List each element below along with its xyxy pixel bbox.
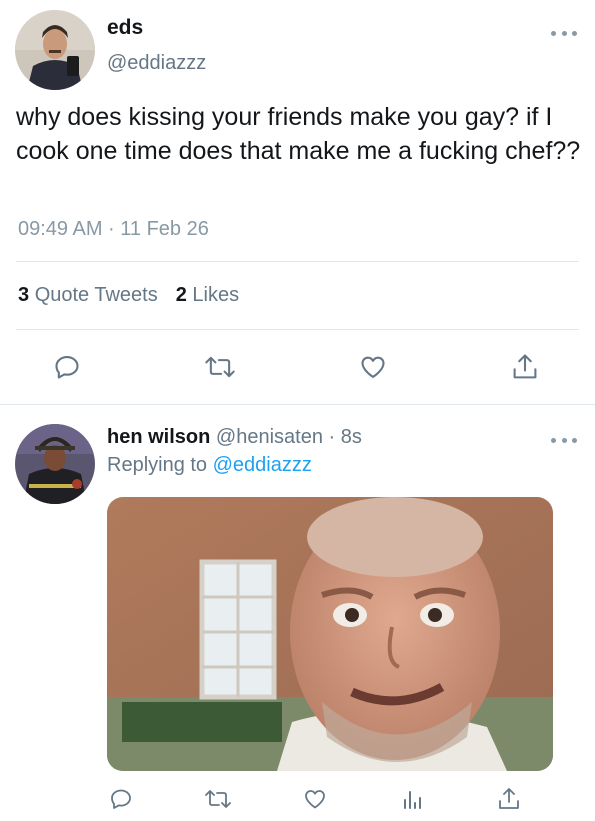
reply-author-avatar[interactable] (15, 424, 95, 504)
reply-media-gif[interactable] (107, 497, 553, 771)
replying-to: Replying to @eddiazzz (107, 454, 312, 477)
replying-mention-link[interactable]: @eddiazzz (213, 454, 312, 476)
divider (16, 329, 579, 330)
author-name[interactable]: eds (107, 16, 143, 40)
divider (16, 261, 579, 262)
heart-icon (305, 790, 325, 809)
reply-analytics-button[interactable] (397, 784, 427, 814)
share-icon (499, 788, 519, 809)
like-label: Likes (192, 284, 240, 306)
share-icon (513, 354, 537, 379)
reply-more-options-icon[interactable] (551, 435, 577, 445)
reply-author-handle[interactable]: @henisaten (216, 426, 323, 448)
reply-like-button[interactable] (300, 784, 330, 814)
reply-button[interactable] (50, 350, 84, 384)
reply-author-name[interactable]: hen wilson (107, 426, 210, 448)
author-avatar[interactable] (15, 10, 95, 90)
reply-time[interactable]: · 8s (329, 426, 362, 448)
heart-icon (361, 356, 385, 378)
tweet-text: why does kissing your friends make you g… (16, 103, 581, 165)
share-button[interactable] (508, 350, 542, 384)
tweet-timestamp[interactable]: 09:49 AM · 11 Feb 26 (18, 218, 209, 241)
like-count: 2 (175, 284, 187, 306)
likes-stat[interactable]: 2 Likes (176, 284, 239, 307)
retweet-icon (205, 356, 235, 378)
reply-retweet-button[interactable] (201, 784, 235, 814)
quote-count: 3 (18, 284, 30, 306)
more-options-icon[interactable] (551, 28, 577, 38)
reply-icon (55, 356, 79, 379)
quote-tweets-stat[interactable]: 3 Quote Tweets (18, 284, 158, 307)
author-handle[interactable]: @eddiazzz (107, 52, 206, 75)
tweet-separator (0, 404, 595, 405)
reply-share-button[interactable] (494, 784, 524, 814)
retweet-icon (205, 790, 231, 808)
reply-icon (111, 789, 131, 809)
quote-label: Quote Tweets (34, 284, 158, 306)
analytics-icon (404, 791, 421, 809)
like-button[interactable] (356, 350, 390, 384)
retweet-button[interactable] (200, 350, 240, 384)
tweet-stats: 3 Quote Tweets 2 Likes (18, 284, 239, 307)
replying-prefix: Replying to (107, 454, 208, 476)
reply-reply-button[interactable] (106, 784, 136, 814)
reply-header: hen wilson @henisaten · 8s (107, 426, 362, 449)
